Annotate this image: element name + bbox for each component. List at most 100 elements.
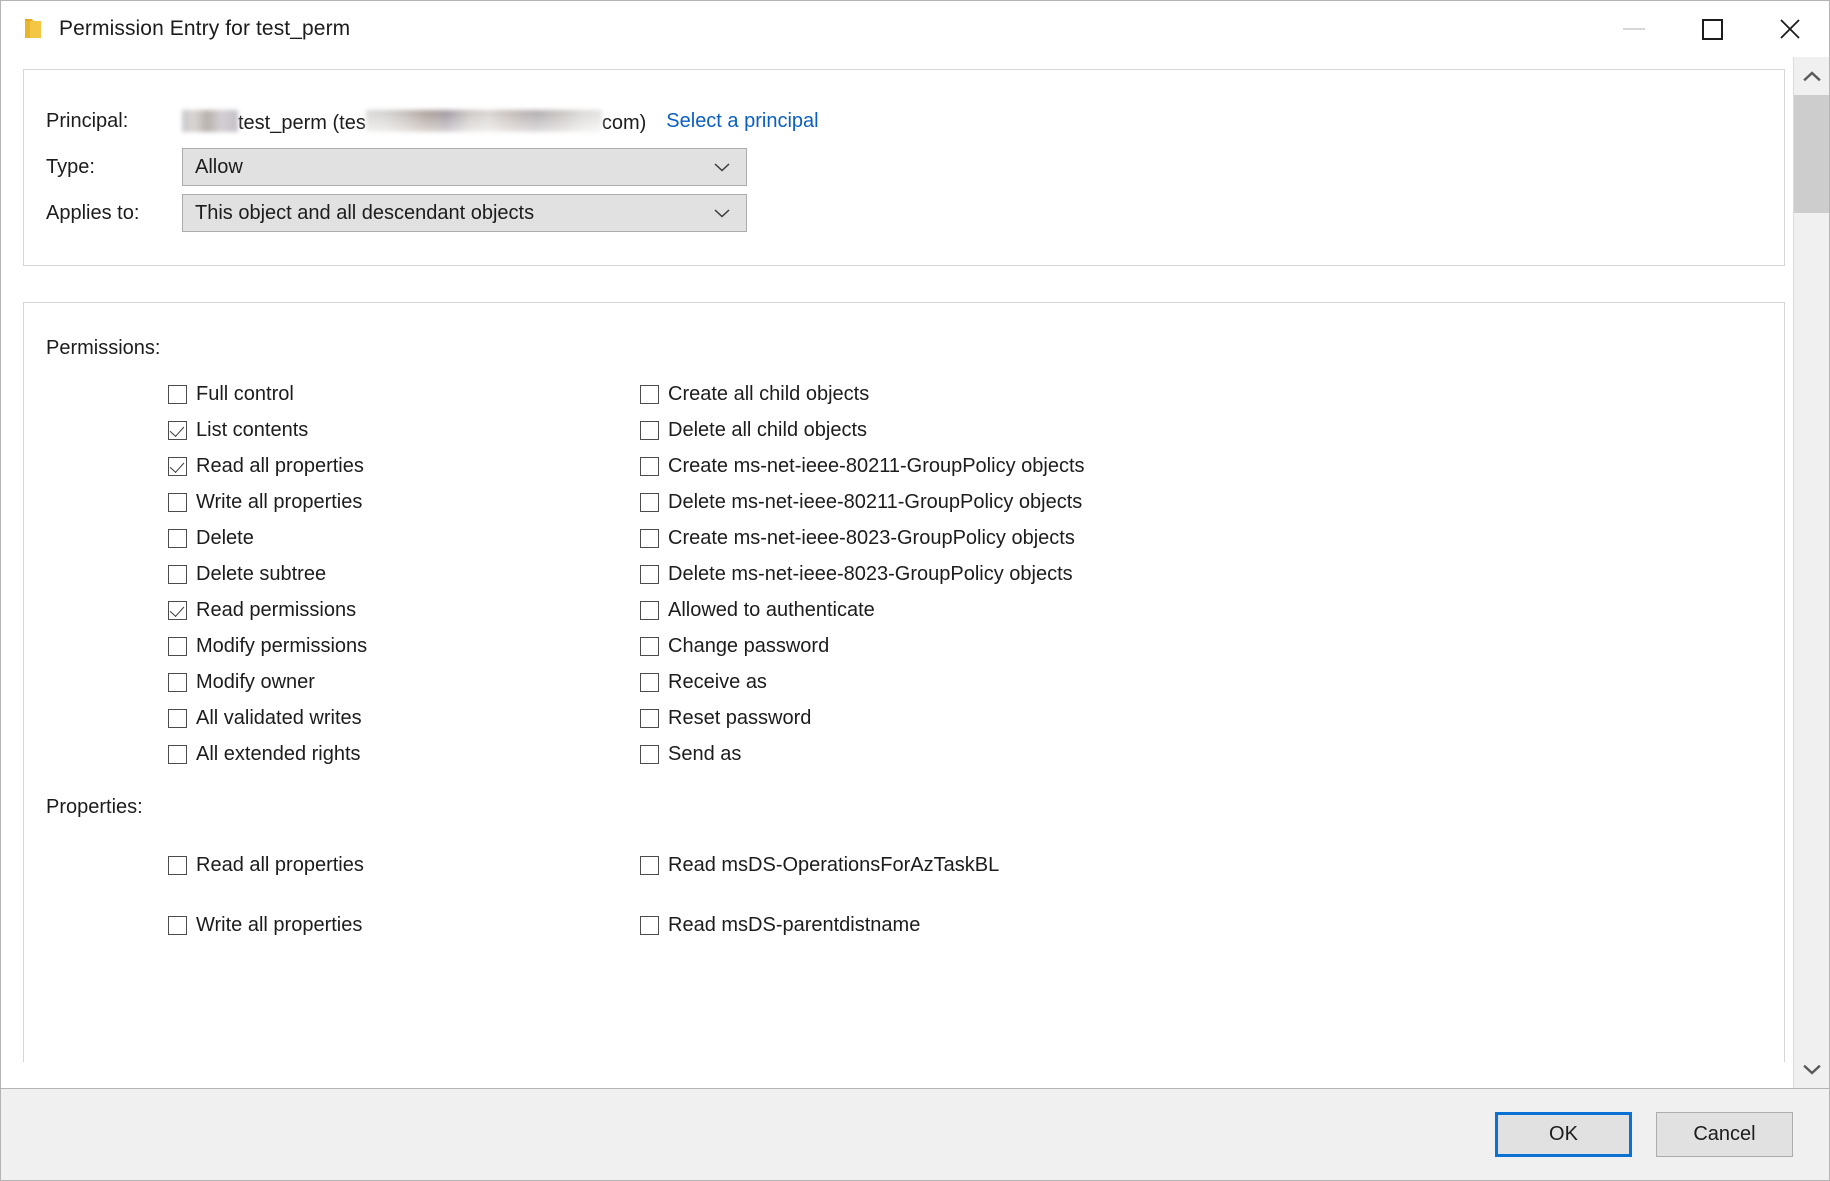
checkbox[interactable] xyxy=(168,384,187,404)
permission-row[interactable]: Receive as xyxy=(640,664,1784,700)
permission-row[interactable]: Delete ms-net-ieee-80211-GroupPolicy obj… xyxy=(640,484,1784,520)
checkbox[interactable] xyxy=(168,564,187,584)
type-row: Type: Allow xyxy=(24,144,1784,190)
checkbox[interactable] xyxy=(640,600,659,620)
checkbox[interactable] xyxy=(168,456,187,476)
properties-right-column: Read msDS-OperationsForAzTaskBL Read msD… xyxy=(639,835,1784,955)
permission-row[interactable]: Change password xyxy=(640,628,1784,664)
property-row[interactable]: Read msDS-parentdistname xyxy=(640,895,1784,955)
checkbox[interactable] xyxy=(640,744,659,764)
applies-to-dropdown[interactable]: This object and all descendant objects xyxy=(182,194,747,232)
properties-spacer xyxy=(24,772,1784,796)
permission-row[interactable]: Modify permissions xyxy=(168,628,639,664)
permission-row[interactable]: Reset password xyxy=(640,700,1784,736)
property-row[interactable]: Write all properties xyxy=(168,895,639,955)
checkbox[interactable] xyxy=(168,636,187,656)
permission-row[interactable]: Write all properties xyxy=(168,484,639,520)
property-row[interactable]: Read all properties xyxy=(168,835,639,895)
checkbox[interactable] xyxy=(168,744,187,764)
checkbox[interactable] xyxy=(640,564,659,584)
principal-value: test_perm (tes com) xyxy=(182,107,646,135)
checkbox[interactable] xyxy=(168,492,187,512)
permission-row[interactable]: List contents xyxy=(168,412,639,448)
checkbox-label: Change password xyxy=(668,634,830,657)
checkbox-label: Delete ms-net-ieee-8023-GroupPolicy obje… xyxy=(668,562,1073,585)
permissions-columns: Full control List contents Read all prop… xyxy=(24,376,1784,772)
checkbox-label: Read permissions xyxy=(196,598,357,621)
checkbox[interactable] xyxy=(168,708,187,728)
checkbox[interactable] xyxy=(640,855,659,875)
maximize-button[interactable] xyxy=(1673,1,1751,57)
title-bar: Permission Entry for test_perm xyxy=(1,1,1829,57)
checkbox[interactable] xyxy=(168,915,187,935)
checkbox[interactable] xyxy=(640,456,659,476)
title-bar-left: Permission Entry for test_perm xyxy=(1,17,350,41)
checkbox-label: Delete xyxy=(196,526,254,549)
permission-row[interactable]: Create all child objects xyxy=(640,376,1784,412)
permission-row[interactable]: Allowed to authenticate xyxy=(640,592,1784,628)
permission-row[interactable]: Full control xyxy=(168,376,639,412)
checkbox-label: Allowed to authenticate xyxy=(668,598,875,621)
scrollbar-thumb[interactable] xyxy=(1794,95,1829,213)
checkbox-label: Read msDS-parentdistname xyxy=(668,913,921,936)
scroll-up-button[interactable] xyxy=(1794,57,1829,95)
permissions-heading: Permissions: xyxy=(46,337,161,359)
checkbox[interactable] xyxy=(168,420,187,440)
vertical-scrollbar[interactable] xyxy=(1793,57,1829,1088)
checkbox-label: Write all properties xyxy=(196,490,363,513)
permission-row[interactable]: Modify owner xyxy=(168,664,639,700)
permission-row[interactable]: Read permissions xyxy=(168,592,639,628)
checkbox[interactable] xyxy=(640,915,659,935)
permission-row[interactable]: Read all properties xyxy=(168,448,639,484)
checkbox[interactable] xyxy=(640,420,659,440)
scrollbar-track[interactable] xyxy=(1794,95,1829,1050)
type-dropdown-value: Allow xyxy=(195,155,243,178)
principal-value-prefix: test_perm (tes xyxy=(238,112,366,134)
applies-to-row: Applies to: This object and all descenda… xyxy=(24,190,1784,236)
checkbox[interactable] xyxy=(640,384,659,404)
permission-row[interactable]: Delete ms-net-ieee-8023-GroupPolicy obje… xyxy=(640,556,1784,592)
checkbox[interactable] xyxy=(640,492,659,512)
chevron-up-icon xyxy=(1802,70,1821,81)
maximize-icon xyxy=(1701,18,1723,40)
principal-label: Principal: xyxy=(46,109,129,132)
checkbox[interactable] xyxy=(640,636,659,656)
cancel-button[interactable]: Cancel xyxy=(1656,1112,1793,1157)
principal-group: Principal: test_perm (tes com) Select a … xyxy=(23,69,1785,266)
property-row[interactable]: Read msDS-OperationsForAzTaskBL xyxy=(640,835,1784,895)
close-button[interactable] xyxy=(1751,1,1829,57)
permission-row[interactable]: Create ms-net-ieee-80211-GroupPolicy obj… xyxy=(640,448,1784,484)
checkbox[interactable] xyxy=(168,855,187,875)
checkbox[interactable] xyxy=(168,600,187,620)
minimize-icon xyxy=(1623,28,1645,30)
type-dropdown[interactable]: Allow xyxy=(182,148,747,186)
checkbox[interactable] xyxy=(640,708,659,728)
checkbox[interactable] xyxy=(640,528,659,548)
permission-row[interactable]: Delete subtree xyxy=(168,556,639,592)
checkbox-label: Create ms-net-ieee-80211-GroupPolicy obj… xyxy=(668,454,1085,477)
minimize-button[interactable] xyxy=(1595,1,1673,57)
permission-row[interactable]: Send as xyxy=(640,736,1784,772)
properties-heading: Properties: xyxy=(46,796,143,818)
checkbox[interactable] xyxy=(168,672,187,692)
permissions-left-column: Full control List contents Read all prop… xyxy=(24,376,639,772)
type-label: Type: xyxy=(46,155,95,178)
permission-row[interactable]: All validated writes xyxy=(168,700,639,736)
checkbox-label: Send as xyxy=(668,742,742,765)
select-a-principal-link[interactable]: Select a principal xyxy=(666,110,818,133)
dialog-body: Principal: test_perm (tes com) Select a … xyxy=(1,57,1829,1088)
chevron-down-icon xyxy=(714,163,730,172)
permission-row[interactable]: All extended rights xyxy=(168,736,639,772)
checkbox[interactable] xyxy=(168,528,187,548)
permission-row[interactable]: Delete xyxy=(168,520,639,556)
scroll-down-button[interactable] xyxy=(1794,1050,1829,1088)
checkbox[interactable] xyxy=(640,672,659,692)
checkbox-label: Delete subtree xyxy=(196,562,327,585)
principal-row: Principal: test_perm (tes com) Select a … xyxy=(24,98,1784,144)
permission-row[interactable]: Create ms-net-ieee-8023-GroupPolicy obje… xyxy=(640,520,1784,556)
checkbox-label: Write all properties xyxy=(196,913,363,936)
window-controls xyxy=(1595,1,1829,57)
permission-row[interactable]: Delete all child objects xyxy=(640,412,1784,448)
checkbox-label: Read all properties xyxy=(196,454,364,477)
ok-button[interactable]: OK xyxy=(1495,1112,1632,1157)
